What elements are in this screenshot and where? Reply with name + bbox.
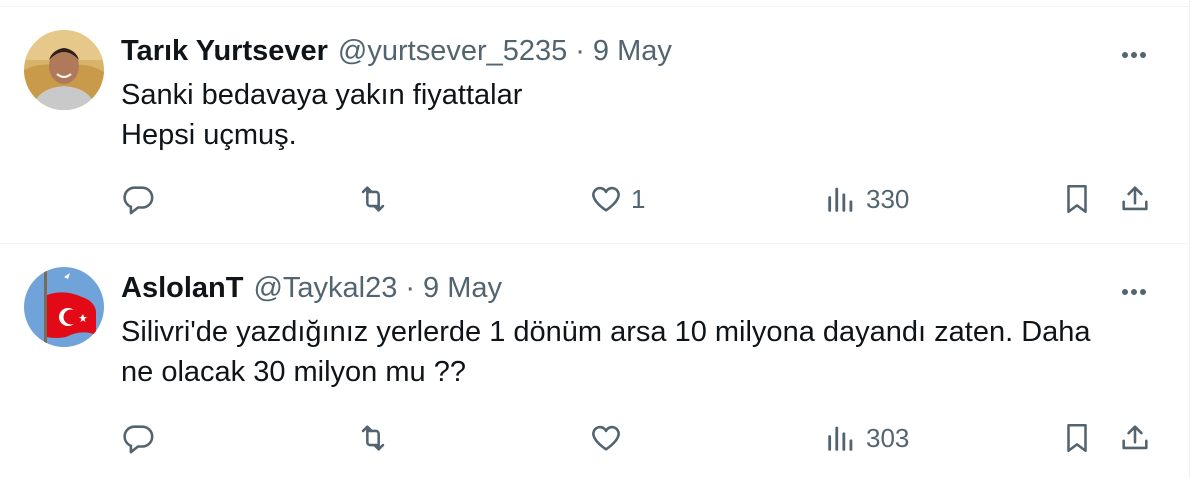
views-icon <box>828 187 853 212</box>
tweet-date[interactable]: 9 May <box>593 31 672 71</box>
tweet[interactable]: Tarık Yurtsever @yurtsever_5235 · 9 May … <box>0 7 1189 244</box>
share-icon <box>1122 186 1148 211</box>
tweet-date[interactable]: 9 May <box>423 268 502 308</box>
more-icon <box>1122 52 1146 58</box>
retweet-button[interactable] <box>356 179 390 219</box>
author-handle[interactable]: @Taykal23 <box>253 268 397 308</box>
tweet[interactable]: AslolanT @Taykal23 · 9 May Silivri'de ya… <box>0 244 1189 478</box>
reply-icon <box>123 425 154 454</box>
bookmark-icon <box>1067 184 1087 214</box>
bookmark-button[interactable] <box>1060 418 1094 458</box>
tweet-text-line: Hepsi uçmuş. <box>121 119 297 151</box>
separator-dot: · <box>575 35 585 67</box>
share-button[interactable] <box>1118 179 1152 219</box>
reply-icon <box>123 186 154 215</box>
like-count: 1 <box>631 183 646 214</box>
views-icon <box>828 426 853 451</box>
tweet-header: AslolanT @Taykal23 · 9 May <box>121 268 502 308</box>
tweet-actions: 303 <box>0 418 1189 458</box>
author-handle[interactable]: @yurtsever_5235 <box>338 31 567 71</box>
avatar[interactable] <box>24 30 104 110</box>
author-name[interactable]: AslolanT <box>121 268 243 308</box>
like-button[interactable]: 1 <box>589 179 645 219</box>
views-button[interactable]: 303 <box>824 418 909 458</box>
author-name[interactable]: Tarık Yurtsever <box>121 31 328 71</box>
top-divider <box>0 0 1190 7</box>
tweet-text-line: ne olacak 30 milyon mu ?? <box>121 356 466 388</box>
retweet-icon <box>361 425 385 451</box>
share-button[interactable] <box>1118 418 1152 458</box>
like-button[interactable] <box>589 418 623 458</box>
retweet-button[interactable] <box>356 418 390 458</box>
more-button[interactable] <box>1116 37 1152 73</box>
like-icon <box>592 425 620 451</box>
separator-dot: · <box>405 272 416 304</box>
tweet-text-line: Sanki bedavaya yakın fiyattalar <box>121 79 523 111</box>
reply-button[interactable] <box>121 418 155 458</box>
bookmark-icon <box>1067 423 1087 453</box>
tweet-actions: 1 330 <box>0 179 1189 219</box>
tweet-text: Sanki bedavaya yakın fiyattalar Hepsi uç… <box>121 75 1151 155</box>
views-button[interactable]: 330 <box>824 179 909 219</box>
avatar-turkish-flag-icon <box>24 267 104 347</box>
avatar-person-photo-icon <box>24 30 104 110</box>
tweet-text: Silivri'de yazdığınız yerlerde 1 dönüm a… <box>121 312 1151 392</box>
view-count: 303 <box>866 422 910 453</box>
right-divider <box>1189 0 1190 478</box>
retweet-icon <box>361 186 385 212</box>
tweet-text-line: Silivri'de yazdığınız yerlerde 1 dönüm a… <box>121 316 1091 348</box>
reply-button[interactable] <box>121 179 155 219</box>
more-icon <box>1122 289 1146 295</box>
view-count: 330 <box>866 183 910 214</box>
share-icon <box>1122 425 1148 450</box>
bookmark-button[interactable] <box>1060 179 1094 219</box>
more-button[interactable] <box>1116 274 1152 310</box>
tweet-header: Tarık Yurtsever @yurtsever_5235 · 9 May <box>121 31 672 71</box>
avatar[interactable] <box>24 267 104 347</box>
like-icon <box>592 186 620 212</box>
